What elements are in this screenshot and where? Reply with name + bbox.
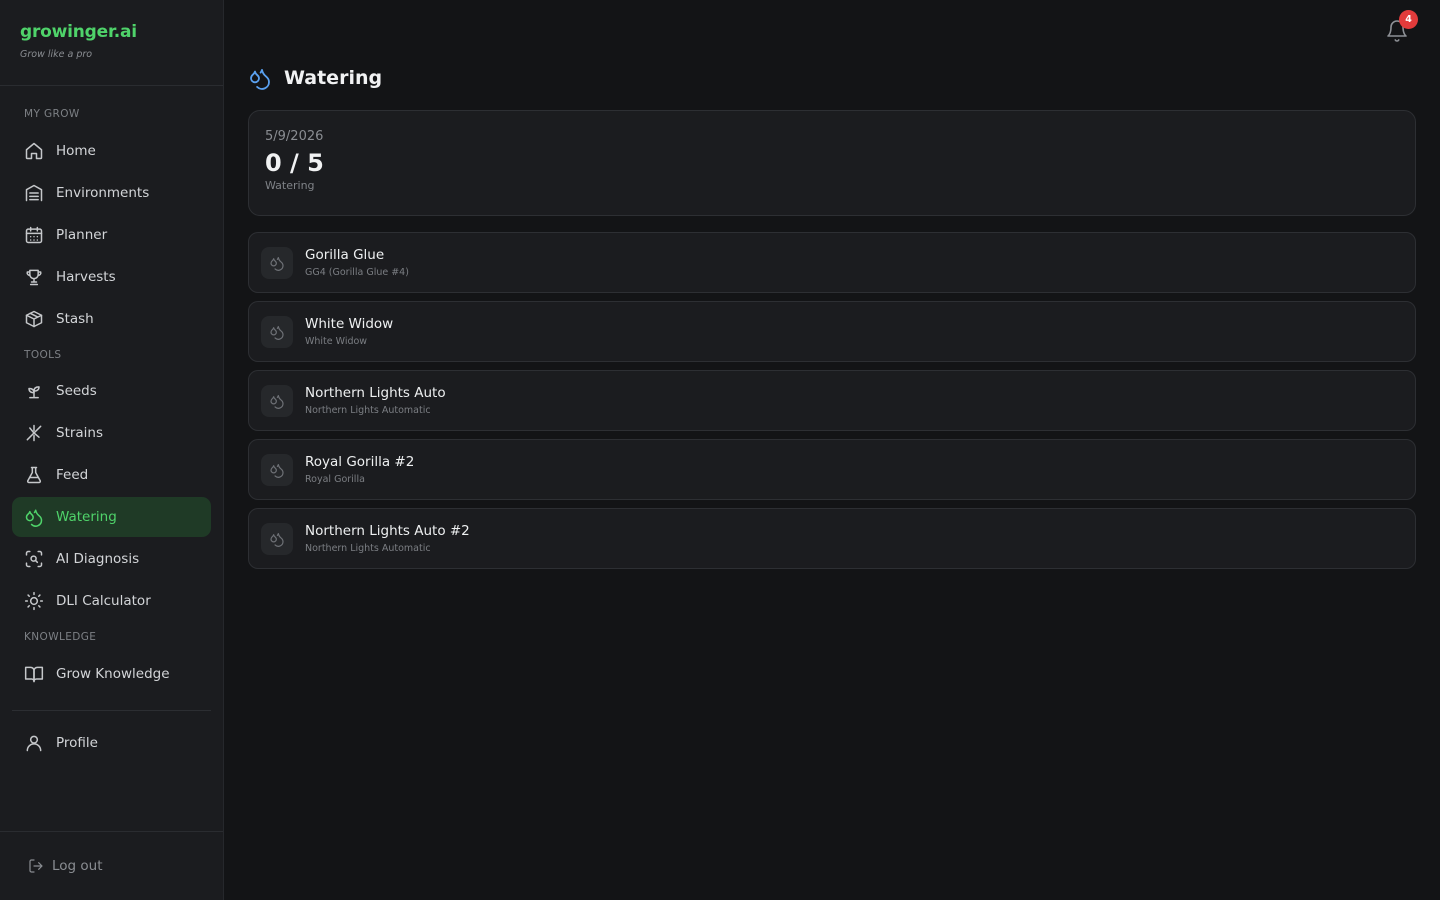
sidebar-item-harvests[interactable]: Harvests: [12, 257, 211, 297]
sidebar-item-home[interactable]: Home: [12, 131, 211, 171]
plant-name: White Widow: [305, 316, 394, 332]
plant-row[interactable]: Northern Lights Auto #2 Northern Lights …: [248, 508, 1416, 569]
plant-strain: Northern Lights Automatic: [305, 543, 431, 554]
summary-label: Watering: [265, 179, 315, 192]
user-icon: [24, 733, 44, 753]
plant-strain: Northern Lights Automatic: [305, 405, 431, 416]
sidebar-item-planner[interactable]: Planner: [12, 215, 211, 255]
droplets-icon: [269, 393, 285, 409]
sidebar-divider: [12, 710, 211, 711]
plant-info: White Widow White Widow: [305, 316, 393, 347]
sidebar-item-watering[interactable]: Watering: [12, 497, 211, 537]
water-toggle-button[interactable]: [261, 453, 293, 486]
section-label-knowledge: KNOWLEDGE: [24, 631, 97, 643]
section-label-tools: TOOLS: [24, 349, 62, 361]
brand-tagline: Grow like a pro: [20, 49, 93, 60]
sidebar-item-environments[interactable]: Environments: [12, 173, 211, 213]
droplets-icon: [269, 531, 285, 547]
plant-info: Northern Lights Auto Northern Lights Aut…: [305, 385, 446, 416]
flask-icon: [24, 465, 44, 485]
logout-label: Log out: [52, 858, 103, 874]
sidebar-item-ai-diagnosis[interactable]: AI Diagnosis: [12, 539, 211, 579]
sidebar-item-seeds[interactable]: Seeds: [12, 371, 211, 411]
water-toggle-button[interactable]: [261, 246, 293, 279]
plant-name: Royal Gorilla #2: [305, 454, 415, 470]
plant-strain: GG4 (Gorilla Glue #4): [305, 267, 409, 278]
plant-strain: Royal Gorilla: [305, 474, 365, 485]
sprout-icon: [24, 381, 44, 401]
sidebar-item-label: Profile: [56, 735, 98, 751]
sidebar-item-stash[interactable]: Stash: [12, 299, 211, 339]
logout-icon: [28, 858, 44, 874]
sidebar-item-label: Stash: [56, 311, 94, 327]
sidebar: growinger.ai Grow like a pro MY GROW Hom…: [0, 0, 224, 900]
brand: growinger.ai Grow like a pro: [0, 0, 223, 86]
page-title: Watering: [284, 67, 383, 89]
sparkle-icon: [24, 423, 44, 443]
logout-button[interactable]: Log out: [28, 858, 103, 874]
sidebar-item-label: Feed: [56, 467, 89, 483]
sidebar-item-label: Home: [56, 143, 96, 159]
sidebar-item-label: AI Diagnosis: [56, 551, 140, 567]
sidebar-item-label: Grow Knowledge: [56, 666, 170, 682]
plant-info: Northern Lights Auto #2 Northern Lights …: [305, 523, 470, 554]
scan-icon: [24, 549, 44, 569]
sidebar-item-feed[interactable]: Feed: [12, 455, 211, 495]
environments-icon: [24, 183, 44, 203]
droplets-icon: [24, 507, 44, 527]
plant-row[interactable]: Northern Lights Auto Northern Lights Aut…: [248, 370, 1416, 431]
home-icon: [24, 141, 44, 161]
watering-summary-card: 5/9/2026 0 / 5 Watering: [248, 110, 1416, 216]
logout-area: Log out: [0, 831, 223, 900]
sidebar-item-profile[interactable]: Profile: [12, 723, 211, 763]
sidebar-item-grow-knowledge[interactable]: Grow Knowledge: [12, 654, 211, 694]
plant-row[interactable]: Royal Gorilla #2 Royal Gorilla: [248, 439, 1416, 500]
sidebar-item-label: Seeds: [56, 383, 97, 399]
sun-icon: [24, 591, 44, 611]
droplets-icon: [269, 324, 285, 340]
brand-logo[interactable]: growinger.ai: [20, 22, 203, 42]
plant-name: Northern Lights Auto #2: [305, 523, 470, 539]
trophy-icon: [24, 267, 44, 287]
page-header: Watering: [248, 66, 382, 90]
summary-count: 0 / 5: [265, 149, 324, 177]
sidebar-item-label: Watering: [56, 509, 117, 525]
section-label-my-grow: MY GROW: [24, 108, 80, 120]
plant-info: Gorilla Glue GG4 (Gorilla Glue #4): [305, 247, 409, 278]
droplets-icon: [248, 66, 272, 90]
book-icon: [24, 664, 44, 684]
plant-row[interactable]: Gorilla Glue GG4 (Gorilla Glue #4): [248, 232, 1416, 293]
plant-strain: White Widow: [305, 336, 368, 347]
plant-name: Gorilla Glue: [305, 247, 385, 263]
sidebar-item-label: DLI Calculator: [56, 593, 151, 609]
sidebar-item-label: Environments: [56, 185, 150, 201]
plant-name: Northern Lights Auto: [305, 385, 446, 401]
plant-row[interactable]: White Widow White Widow: [248, 301, 1416, 362]
sidebar-item-dli-calculator[interactable]: DLI Calculator: [12, 581, 211, 621]
sidebar-item-label: Planner: [56, 227, 108, 243]
sidebar-item-strains[interactable]: Strains: [12, 413, 211, 453]
droplets-icon: [269, 462, 285, 478]
summary-date: 5/9/2026: [265, 129, 324, 144]
water-toggle-button[interactable]: [261, 315, 293, 348]
notification-badge: 4: [1399, 10, 1418, 29]
sidebar-item-label: Strains: [56, 425, 104, 441]
water-toggle-button[interactable]: [261, 384, 293, 417]
droplets-icon: [269, 255, 285, 271]
calendar-icon: [24, 225, 44, 245]
plant-info: Royal Gorilla #2 Royal Gorilla: [305, 454, 414, 485]
water-toggle-button[interactable]: [261, 522, 293, 555]
sidebar-item-label: Harvests: [56, 269, 116, 285]
box-icon: [24, 309, 44, 329]
